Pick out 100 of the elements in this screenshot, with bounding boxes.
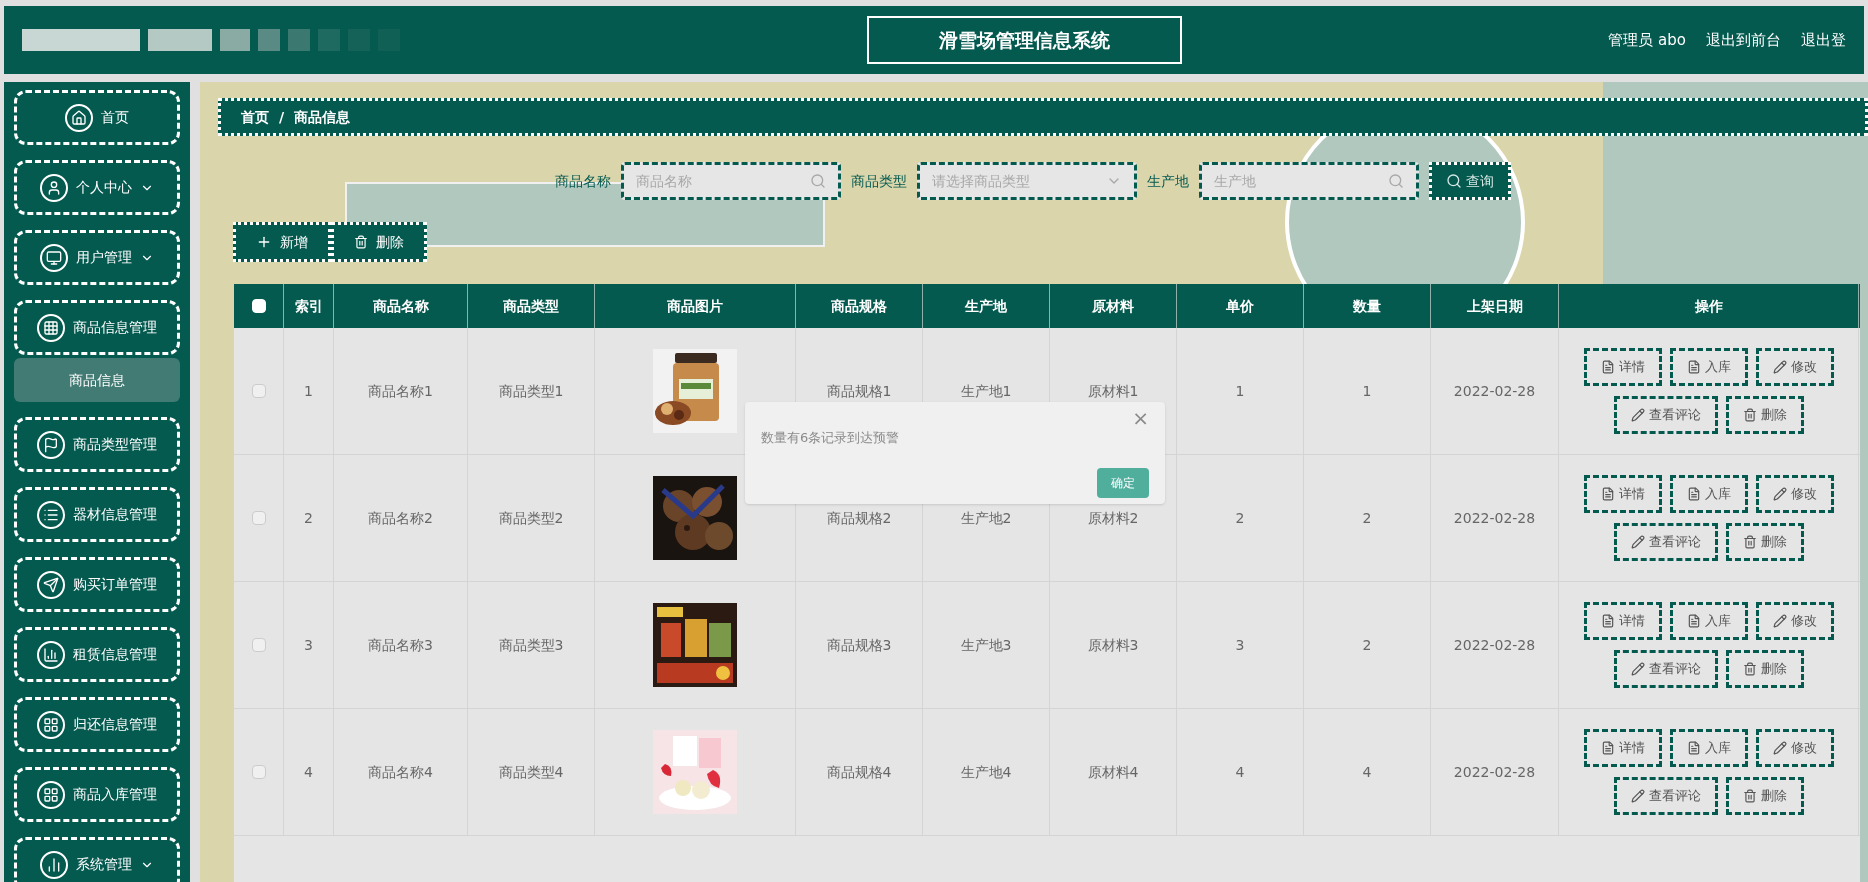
menu-item[interactable]: 购买订单管理 [14, 557, 180, 612]
menu-item[interactable]: 租赁信息管理 [14, 627, 180, 682]
table-cell-text: 2022-02-28 [1453, 635, 1536, 655]
detail-button[interactable]: 详情 [1583, 475, 1662, 513]
list-icon [37, 500, 65, 529]
trash-icon [1742, 789, 1757, 803]
query-button[interactable]: 查询 [1429, 162, 1511, 200]
flag-icon [37, 430, 65, 459]
field-label: 生产地 [1147, 171, 1189, 191]
breadcrumb-link[interactable]: 首页 [241, 106, 269, 128]
pencil-icon [1630, 408, 1645, 422]
delete-button[interactable]: 删除 [1725, 396, 1804, 434]
table-cell-text: 商品规格1 [826, 381, 892, 401]
edit-button[interactable]: 查看评论 [1613, 523, 1718, 561]
search-icon [1388, 173, 1404, 189]
header-link[interactable]: 退出登 [1801, 28, 1846, 52]
header-link[interactable]: 退出到前台 [1706, 28, 1781, 52]
table-cell-text: 4 [1235, 762, 1245, 782]
table-cell-text: 商品名称4 [368, 762, 433, 782]
table-cell-text: 生产地3 [960, 635, 1012, 655]
table-cell-text: 商品规格3 [826, 635, 892, 655]
row-checkbox[interactable] [251, 384, 266, 398]
column-header: 生产地 [923, 284, 1050, 328]
table-cell-text: 生产地1 [960, 381, 1012, 401]
column-header: 单价 [1177, 284, 1304, 328]
detail-button[interactable]: 入库 [1669, 475, 1748, 513]
pencil-icon [1772, 487, 1787, 501]
table-cell-text: 商品名称1 [368, 381, 433, 401]
column-header: 商品图片 [595, 284, 796, 328]
monitor-icon [40, 243, 68, 272]
edit-button[interactable]: 修改 [1755, 348, 1834, 386]
delete-button[interactable]: 删除 [1725, 523, 1804, 561]
breadcrumb-separator: / [279, 107, 285, 127]
menu-item[interactable]: 系统管理 [14, 837, 180, 882]
menu-item[interactable]: 商品入库管理 [14, 767, 180, 822]
table-cell-text: 1 [1235, 381, 1245, 401]
menu-item[interactable]: 首页 [14, 90, 180, 145]
search-icon [810, 173, 826, 189]
dialog-message: 数量有6条记录到达预警 [761, 429, 900, 447]
breadcrumb-current: 商品信息 [294, 107, 351, 127]
column-header: 原材料 [1050, 284, 1177, 328]
edit-button[interactable]: 修改 [1755, 602, 1834, 640]
user-icon [40, 173, 68, 202]
pencil-icon [1630, 662, 1645, 676]
paper-plane-icon [37, 570, 65, 599]
header-checkbox[interactable] [251, 299, 266, 313]
table-cell-text: 生产地2 [960, 508, 1012, 528]
trash-icon [354, 235, 368, 249]
column-header: 商品类型 [468, 284, 595, 328]
menu-item[interactable]: 用户管理 [14, 230, 180, 285]
detail-button[interactable]: 详情 [1583, 729, 1662, 767]
column-header: 上架日期 [1431, 284, 1559, 328]
window-title: 滑雪场管理信息系统 [938, 28, 1110, 51]
table-cell-text: 商品类型4 [498, 762, 564, 782]
delete-button[interactable]: 删除 [331, 222, 427, 262]
table-cell-text: 2022-02-28 [1453, 381, 1536, 401]
blocks-icon [37, 710, 65, 739]
menu-item[interactable]: 个人中心 [14, 160, 180, 215]
table-cell-text: 商品类型1 [498, 381, 564, 401]
grid-icon [37, 313, 65, 342]
menu-item[interactable]: 商品信息管理 [14, 300, 180, 355]
edit-button[interactable]: 查看评论 [1613, 396, 1718, 434]
table-cell-text: 1 [1362, 381, 1372, 401]
table-cell-text: 生产地4 [960, 762, 1012, 782]
field-label: 商品类型 [851, 171, 907, 191]
table-cell-text: 商品类型3 [498, 635, 564, 655]
submenu-item[interactable]: 商品信息 [14, 358, 180, 402]
table-cell-text: 原材料3 [1087, 635, 1139, 655]
pencil-icon [1630, 535, 1645, 549]
delete-button[interactable]: 删除 [1725, 650, 1804, 688]
field-label: 商品名称 [555, 171, 611, 191]
edit-button[interactable]: 修改 [1755, 475, 1834, 513]
search-icon [1446, 173, 1462, 189]
row-checkbox[interactable] [251, 765, 266, 779]
row-checkbox[interactable] [251, 511, 266, 525]
pencil-icon [1772, 741, 1787, 755]
logo-block [318, 29, 340, 51]
document-icon [1686, 360, 1701, 374]
table-cell-text: 商品类型2 [498, 508, 564, 528]
menu-item[interactable]: 归还信息管理 [14, 697, 180, 752]
menu-item[interactable]: 商品类型管理 [14, 417, 180, 472]
edit-button[interactable]: 查看评论 [1613, 777, 1718, 815]
row-checkbox[interactable] [251, 638, 266, 652]
blocks-icon [37, 780, 65, 809]
home-icon [65, 103, 93, 132]
add-button[interactable]: 新增 [233, 222, 331, 262]
table-cell-text: 原材料2 [1087, 508, 1139, 528]
menu-item[interactable]: 器材信息管理 [14, 487, 180, 542]
table-cell-text: 商品名称3 [368, 635, 433, 655]
detail-button[interactable]: 详情 [1583, 602, 1662, 640]
column-header: 商品规格 [796, 284, 923, 328]
detail-button[interactable]: 入库 [1669, 348, 1748, 386]
detail-button[interactable]: 入库 [1669, 602, 1748, 640]
pencil-icon [1630, 789, 1645, 803]
detail-button[interactable]: 详情 [1583, 348, 1662, 386]
edit-button[interactable]: 修改 [1755, 729, 1834, 767]
delete-button[interactable]: 删除 [1725, 777, 1804, 815]
detail-button[interactable]: 入库 [1669, 729, 1748, 767]
edit-button[interactable]: 查看评论 [1613, 650, 1718, 688]
table-cell-text: 3 [304, 635, 313, 655]
